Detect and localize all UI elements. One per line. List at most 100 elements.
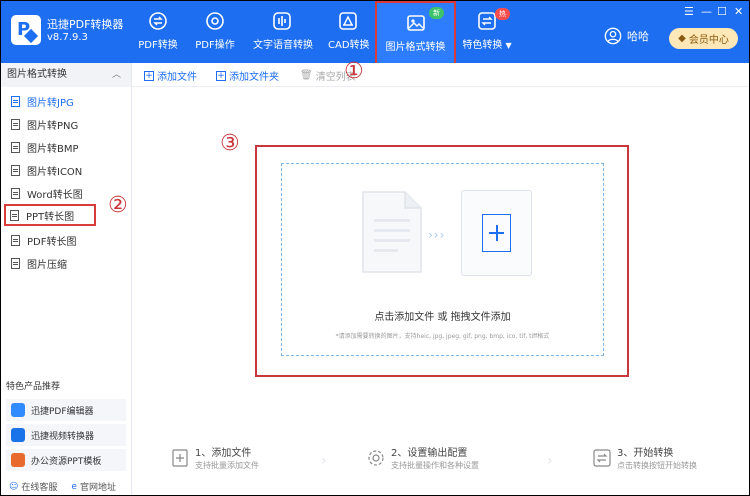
sidebar-item-label: Word转长图: [27, 189, 83, 201]
promo-video-converter[interactable]: 迅捷视频转换器: [6, 424, 126, 446]
sidebar: 图片格式转换 ︿ 图片转JPG 图片转PNG 图片转BMP 图片转ICON Wo…: [1, 63, 132, 495]
nav-label: PDF操作: [195, 40, 235, 51]
nav-label: 特色转换 ▼: [461, 36, 513, 51]
sidebar-item-label: PPT转长图: [26, 211, 75, 223]
document-icon: [11, 187, 20, 199]
nav-pdf-convert[interactable]: PDF转换: [138, 5, 178, 59]
nav-text-audio[interactable]: 文字语音转换: [253, 5, 313, 59]
step-guide: 1、添加文件 支持批量添加文件 › 2、设置输出配置 支持批量操作和各种设置 ›…: [171, 447, 731, 477]
chevron-right-icon: ›: [321, 453, 327, 469]
promo-label: 迅捷PDF编辑器: [31, 406, 94, 417]
nav-feature-convert[interactable]: 特色转换 ▼ 热: [461, 5, 513, 59]
document-icon: [10, 209, 19, 221]
plus-icon: +: [144, 70, 154, 81]
close-icon[interactable]: ✕: [734, 5, 743, 18]
step-title: 3、开始转换: [617, 448, 674, 459]
add-folder-label: 添加文件夹: [229, 72, 279, 83]
new-badge: 新: [429, 7, 444, 19]
sidebar-item-label: 图片转PNG: [27, 120, 79, 132]
step-desc: 支持批量操作和各种设置: [391, 461, 479, 470]
sidebar-item-label: 图片转BMP: [27, 143, 79, 155]
nav-label-text: 特色转换: [462, 40, 503, 51]
sidebar-item-image-to-png[interactable]: 图片转PNG: [5, 113, 127, 135]
promo-pdf-editor[interactable]: 迅捷PDF编辑器: [6, 399, 126, 421]
drop-format-hint: *请添加需要转换的图片，支持heic, jpg, jpeg, gif, png,…: [335, 333, 550, 340]
annotation-marker-2: ②: [108, 193, 128, 218]
chevron-down-icon: ▼: [505, 41, 512, 50]
gear-icon: [368, 450, 384, 466]
menu-icon[interactable]: ☰: [684, 5, 694, 18]
app-logo: P: [11, 15, 41, 45]
convert-icon: [593, 449, 611, 467]
document-icon: [11, 234, 20, 246]
sidebar-header[interactable]: 图片格式转换 ︿: [1, 63, 131, 87]
nav-pdf-operate[interactable]: PDF操作: [195, 5, 235, 59]
website-link[interactable]: 官网地址: [80, 480, 116, 493]
file-icon: [362, 191, 422, 273]
customer-service-icon: ☺: [9, 481, 19, 492]
pdf-convert-icon: [149, 12, 167, 30]
sidebar-item-label: 图片压缩: [27, 259, 67, 271]
step-desc: 支持批量添加文件: [195, 461, 259, 470]
toolbar: + 添加文件 + 添加文件夹 🗑 清空列表: [132, 63, 749, 87]
sidebar-item-image-compress[interactable]: 图片压缩: [5, 252, 127, 274]
top-bar: P 迅捷PDF转换器 v8.7.9.3 PDF转换 PDF操作 文字语音转换 C…: [1, 1, 749, 70]
add-file-step-icon: [172, 449, 188, 467]
nav-image-format[interactable]: 图片格式转换 新: [375, 1, 456, 70]
user-account[interactable]: 哈哈: [604, 27, 649, 45]
sidebar-item-image-to-icon[interactable]: 图片转ICON: [5, 159, 127, 181]
nav-label: 图片格式转换: [385, 42, 446, 53]
add-plus-icon: [482, 214, 511, 252]
pdf-editor-icon: [11, 403, 25, 417]
app-version: v8.7.9.3: [47, 32, 88, 43]
annotation-marker-3: ③: [220, 131, 240, 156]
ppt-template-icon: [11, 453, 25, 467]
annotation-marker-1: ①: [344, 59, 364, 84]
audio-wave-icon: [273, 12, 291, 30]
drop-zone[interactable]: ››› 点击添加文件 或 拖拽文件添加 *请添加需要转换的图片，支持heic, …: [281, 163, 604, 356]
sidebar-footer: ☺ 在线客服 e 官网地址: [1, 477, 131, 495]
document-icon: [11, 118, 20, 130]
minimize-icon[interactable]: —: [701, 5, 712, 18]
drop-instruction: 点击添加文件 或 拖拽文件添加: [374, 312, 511, 323]
sidebar-item-image-to-jpg[interactable]: 图片转JPG: [5, 90, 127, 112]
browser-icon: e: [71, 481, 77, 492]
step-start-convert: 3、开始转换 点击转换按钮开始转换: [593, 447, 697, 472]
maximize-icon[interactable]: ☐: [717, 5, 727, 18]
vip-center-button[interactable]: ◆ 会员中心: [669, 28, 738, 49]
feature-convert-icon: [478, 12, 496, 30]
promo-title: 特色产品推荐: [6, 382, 61, 392]
arrows-icon: ›››: [428, 228, 446, 242]
chevron-up-icon[interactable]: ︿: [112, 63, 121, 87]
user-icon: [604, 27, 622, 45]
sidebar-item-pdf-to-long-image[interactable]: PDF转长图: [5, 229, 127, 251]
add-file-button[interactable]: + 添加文件: [144, 68, 197, 83]
step-desc: 点击转换按钮开始转换: [617, 461, 697, 470]
promo-label: 办公资源PPT模板: [31, 456, 102, 467]
add-folder-button[interactable]: + 添加文件夹: [216, 68, 279, 83]
cad-icon: [339, 12, 357, 30]
trash-icon: 🗑: [300, 70, 313, 81]
drop-zone-highlight: ››› 点击添加文件 或 拖拽文件添加 *请添加需要转换的图片，支持heic, …: [255, 145, 629, 377]
promo-label: 迅捷视频转换器: [31, 431, 95, 442]
sidebar-item-label: PDF转长图: [27, 236, 77, 248]
step-add-file: 1、添加文件 支持批量添加文件: [171, 447, 259, 472]
sidebar-item-label: 图片转ICON: [27, 166, 83, 178]
document-icon: [11, 164, 20, 176]
promo-ppt-templates[interactable]: 办公资源PPT模板: [6, 449, 126, 471]
sidebar-item-label: 图片转JPG: [27, 97, 74, 109]
nav-label: 文字语音转换: [253, 40, 313, 51]
sidebar-item-ppt-to-long-image[interactable]: PPT转长图: [4, 204, 96, 226]
sidebar-item-image-to-bmp[interactable]: 图片转BMP: [5, 136, 127, 158]
diamond-icon: ◆: [678, 33, 686, 44]
add-file-box[interactable]: [461, 190, 532, 276]
nav-label: CAD转换: [328, 40, 370, 51]
plus-icon: +: [216, 70, 226, 81]
video-converter-icon: [11, 428, 25, 442]
add-file-label: 添加文件: [157, 72, 197, 83]
nav-cad[interactable]: CAD转换: [328, 5, 370, 59]
customer-service-link[interactable]: 在线客服: [21, 480, 57, 493]
step-output-settings: 2、设置输出配置 支持批量操作和各种设置: [367, 447, 479, 472]
document-icon: [11, 257, 20, 269]
chevron-right-icon: ›: [547, 453, 553, 469]
